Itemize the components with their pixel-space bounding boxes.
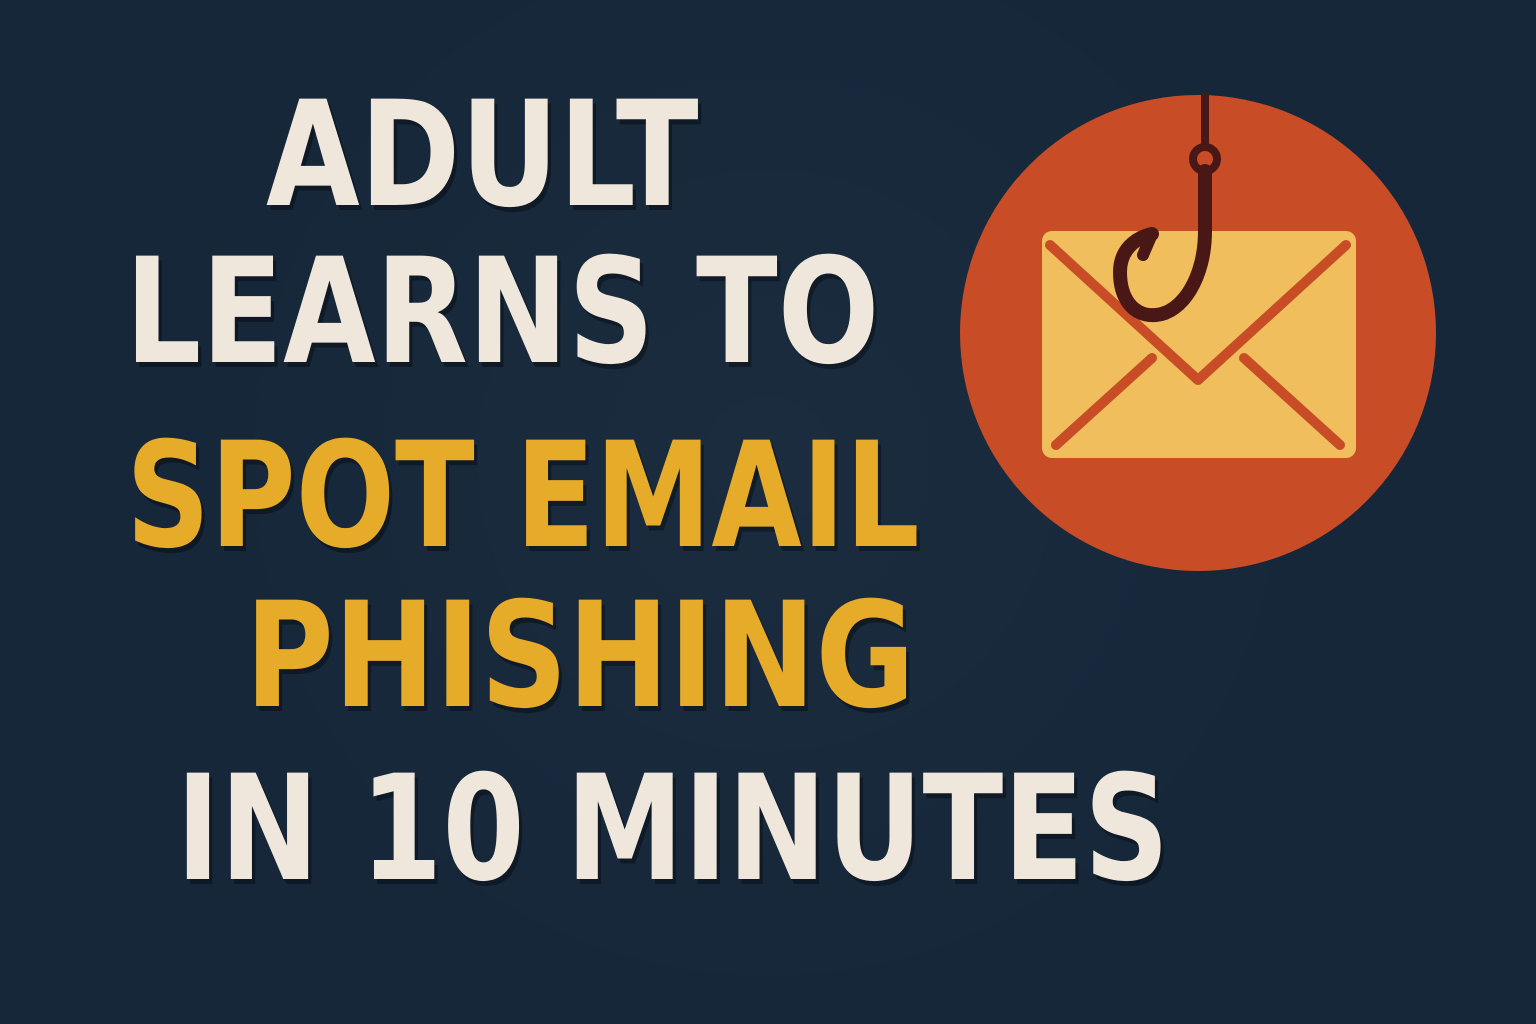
phishing-illustration xyxy=(960,93,1436,571)
poster-background: ADULT LEARNS TO SPOT EMAIL PHISHING IN 1… xyxy=(0,0,1536,1024)
hook-barb xyxy=(1137,228,1158,261)
phishing-email-hook-icon xyxy=(958,93,1438,573)
headline-line-1: ADULT xyxy=(266,70,699,240)
headline-line-4: PHISHING xyxy=(245,571,915,741)
headline-line-3: SPOT EMAIL xyxy=(126,411,920,581)
headline-line-5: IN 10 MINUTES xyxy=(176,744,1170,914)
headline-line-2: LEARNS TO xyxy=(125,227,880,397)
